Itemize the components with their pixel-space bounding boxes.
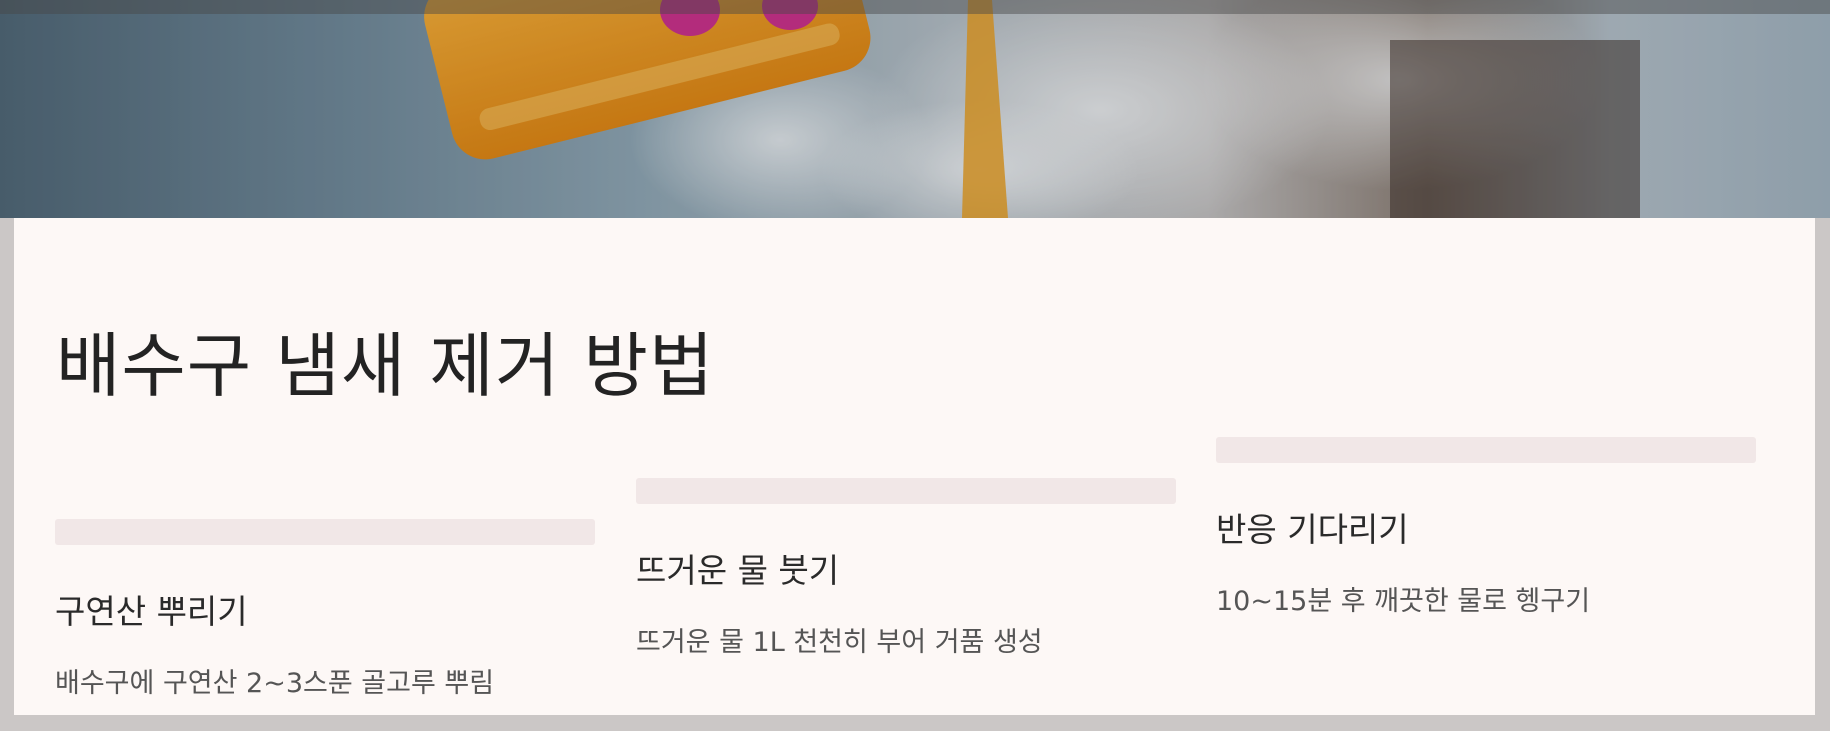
hero-top-bar	[0, 0, 1830, 14]
hero-image	[0, 0, 1830, 218]
step-description: 뜨거운 물 1L 천천히 부어 거품 생성	[636, 627, 1043, 658]
step-card: 반응 기다리기 10~15분 후 깨끗한 물로 헹구기	[1216, 437, 1756, 618]
step-label: 뜨거운 물 붓기	[636, 551, 840, 590]
step-bar	[55, 519, 595, 545]
step-description: 10~15분 후 깨끗한 물로 헹구기	[1216, 586, 1591, 617]
step-card: 뜨거운 물 붓기 뜨거운 물 1L 천천히 부어 거품 생성	[636, 478, 1176, 659]
content-card: 배수구 냄새 제거 방법 구연산 뿌리기 배수구에 구연산 2~3스푼 골고루 …	[14, 218, 1815, 715]
step-card: 구연산 뿌리기 배수구에 구연산 2~3스푼 골고루 뿌림	[55, 519, 595, 700]
step-label: 반응 기다리기	[1216, 510, 1409, 549]
step-description: 배수구에 구연산 2~3스푼 골고루 뿌림	[55, 668, 495, 699]
page-title: 배수구 냄새 제거 방법	[56, 325, 715, 407]
step-bar	[636, 478, 1176, 504]
step-label: 구연산 뿌리기	[55, 592, 248, 631]
hero-shade	[0, 0, 1830, 218]
step-bar	[1216, 437, 1756, 463]
